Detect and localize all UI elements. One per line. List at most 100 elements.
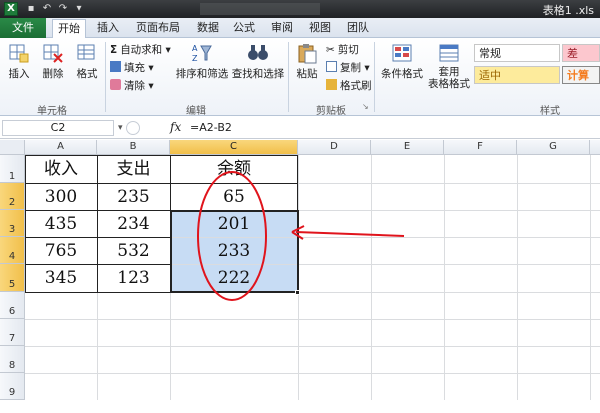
cell-a1[interactable]: 收入 (25, 156, 97, 183)
format-cells-button[interactable]: 格式 (72, 42, 102, 81)
gridline (298, 155, 299, 400)
redo-icon[interactable]: ↷ (56, 2, 70, 16)
row-header-4[interactable]: 4 (0, 237, 25, 264)
tab-file[interactable]: 文件 (0, 18, 46, 38)
save-icon[interactable]: ▪ (24, 2, 38, 16)
paintbrush-icon (326, 79, 337, 90)
cell-a5[interactable]: 345 (25, 265, 97, 292)
tab-data[interactable]: 数据 (192, 19, 224, 38)
clear-button[interactable]: 清除 ▾ (110, 78, 154, 93)
column-header-e[interactable]: E (371, 140, 444, 155)
cell-c3[interactable]: 201 (170, 211, 298, 237)
row-header-8[interactable]: 8 (0, 346, 25, 373)
cell-b1[interactable]: 支出 (97, 156, 170, 183)
row-header-9[interactable]: 9 (0, 373, 25, 400)
paste-button[interactable]: 粘贴 (292, 42, 322, 81)
cell-a4[interactable]: 765 (25, 238, 97, 264)
svg-text:Z: Z (192, 54, 198, 63)
tab-home[interactable]: 开始 (52, 19, 86, 38)
fill-down-icon (110, 61, 121, 72)
customize-toolbar-icon[interactable]: ▾ (72, 2, 86, 16)
autosum-label: 自动求和 (120, 44, 163, 56)
row-header-5[interactable]: 5 (0, 264, 25, 292)
row-header-6[interactable]: 6 (0, 292, 25, 319)
cell-b2[interactable]: 235 (97, 184, 170, 210)
insert-function-icon[interactable]: fx (170, 120, 181, 134)
tab-view[interactable]: 视图 (304, 19, 336, 38)
cancel-entry-icon[interactable] (126, 121, 140, 135)
cell-a2[interactable]: 300 (25, 184, 97, 210)
sort-filter-label: 排序和筛选 (175, 68, 229, 80)
tab-formulas[interactable]: 公式 (228, 19, 260, 38)
select-all-corner[interactable] (0, 140, 25, 155)
formula-input[interactable]: =A2-B2 (190, 121, 232, 134)
autosum-button[interactable]: Σ 自动求和 ▾ (110, 42, 171, 57)
paste-label: 粘贴 (296, 68, 318, 80)
cell-c1[interactable]: 余额 (170, 156, 298, 183)
row-header-3[interactable]: 3 (0, 210, 25, 237)
copy-icon (326, 61, 337, 72)
name-box[interactable]: C2 (2, 120, 114, 136)
cells-group-label: 单元格 (37, 106, 67, 117)
gridline (590, 155, 591, 400)
column-header-overflow (590, 140, 600, 155)
sort-filter-button[interactable]: A Z 排序和筛选 (174, 42, 230, 81)
cell-c4[interactable]: 233 (170, 238, 298, 264)
cell-c5[interactable]: 222 (170, 265, 298, 292)
delete-cells-button[interactable]: 删除 (38, 42, 68, 81)
cut-button[interactable]: ✂ 剪切 (326, 42, 359, 57)
style-neutral[interactable]: 适中 (474, 66, 560, 84)
title-blur (200, 3, 320, 15)
find-select-button[interactable]: 查找和选择 (230, 42, 286, 81)
gridline (25, 373, 600, 374)
insert-cells-button[interactable]: 插入 (4, 42, 34, 81)
tab-review[interactable]: 审阅 (266, 19, 298, 38)
undo-icon[interactable]: ↶ (40, 2, 54, 16)
column-header-a[interactable]: A (25, 140, 97, 155)
delete-cells-label: 删除 (42, 68, 64, 80)
fill-handle[interactable] (295, 290, 300, 295)
gridline (25, 346, 600, 347)
ribbon-tabs: 文件 开始 插入 页面布局 数据 公式 审阅 视图 团队 (0, 18, 600, 38)
cell-b3[interactable]: 234 (97, 211, 170, 237)
name-box-dropdown-icon[interactable]: ▾ (118, 123, 123, 133)
column-header-g[interactable]: G (517, 140, 590, 155)
column-header-f[interactable]: F (444, 140, 517, 155)
formula-bar: C2 ▾ fx =A2-B2 (0, 117, 600, 139)
column-header-c[interactable]: C (170, 140, 298, 155)
cell-b5[interactable]: 123 (97, 265, 170, 292)
gridline (371, 155, 372, 400)
fill-button[interactable]: 填充 ▾ (110, 60, 154, 75)
format-painter-button[interactable]: 格式刷 (326, 78, 372, 93)
sigma-icon: Σ (110, 44, 118, 56)
style-calculation[interactable]: 计算 (562, 66, 600, 84)
format-as-table-icon (439, 44, 459, 62)
format-cells-icon (77, 44, 95, 60)
gridline (25, 292, 600, 293)
scissors-icon: ✂ (326, 44, 335, 56)
column-header-b[interactable]: B (97, 140, 170, 155)
cell-b4[interactable]: 532 (97, 238, 170, 264)
copy-button[interactable]: 复制 ▾ (326, 60, 370, 75)
row-header-2[interactable]: 2 (0, 183, 25, 210)
column-header-d[interactable]: D (298, 140, 371, 155)
cell-a3[interactable]: 435 (25, 211, 97, 237)
worksheet-grid[interactable]: A B C D E F G 1 2 3 4 5 6 7 8 9 收入 支出 余额… (0, 140, 600, 400)
tab-team[interactable]: 团队 (342, 19, 374, 38)
gridline (517, 155, 518, 400)
clipboard-dialog-launcher-icon[interactable]: ↘ (362, 102, 369, 111)
row-header-7[interactable]: 7 (0, 319, 25, 346)
cut-label: 剪切 (337, 44, 359, 56)
format-as-table-button[interactable]: 套用 表格格式 (426, 42, 472, 90)
excel-app-icon[interactable]: X (4, 2, 18, 16)
sort-filter-icon: A Z (192, 44, 212, 63)
gridline (444, 155, 445, 400)
conditional-format-button[interactable]: 条件格式 (378, 42, 426, 81)
style-normal[interactable]: 常规 (474, 44, 560, 62)
cell-c2[interactable]: 65 (170, 184, 298, 210)
insert-cells-icon (9, 44, 29, 63)
tab-page-layout[interactable]: 页面布局 (128, 19, 188, 38)
tab-insert[interactable]: 插入 (92, 19, 124, 38)
row-header-1[interactable]: 1 (0, 155, 25, 183)
style-bad[interactable]: 差 (562, 44, 600, 62)
